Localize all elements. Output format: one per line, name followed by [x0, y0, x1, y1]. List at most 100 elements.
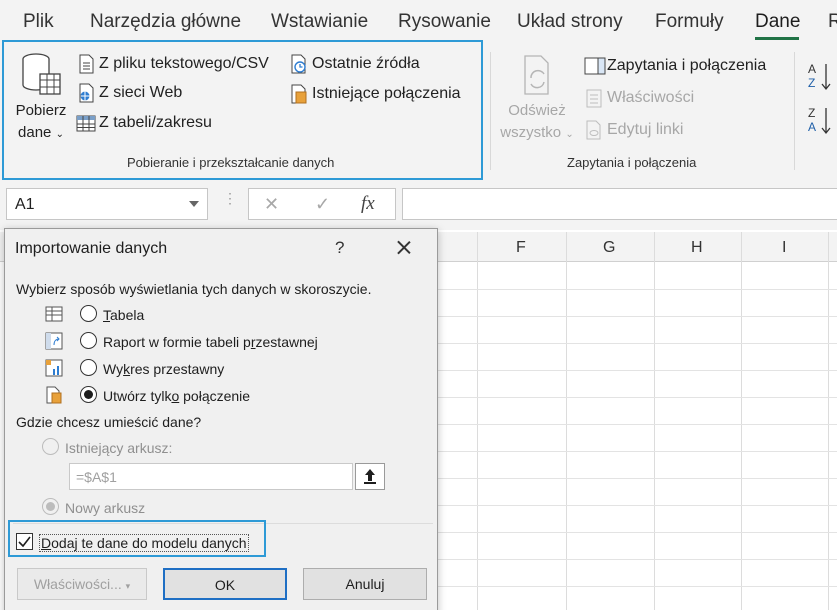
option-pivot-table-label: Raport w formie tabeli przestawnej	[103, 334, 318, 350]
grid-line	[437, 343, 837, 344]
radio-existing-sheet[interactable]	[42, 438, 59, 455]
edit-links-icon	[584, 120, 604, 140]
from-table-range-button[interactable]: Z tabeli/zakresu	[76, 113, 212, 133]
get-data-label-line2: dane ⌄	[18, 124, 64, 141]
queries-connections-label: Zapytania i połączenia	[607, 57, 767, 74]
ok-button[interactable]: OK	[163, 568, 287, 600]
close-icon[interactable]	[391, 235, 417, 261]
grid-line	[437, 478, 837, 479]
insert-function-icon[interactable]: fx	[361, 193, 375, 215]
checkmark-icon	[18, 536, 31, 548]
sort-za-button[interactable]: Z A	[806, 104, 834, 138]
name-box-value: A1	[15, 196, 35, 213]
properties-button[interactable]: Właściwości	[584, 88, 694, 108]
text-file-icon	[76, 54, 96, 74]
grid-line	[437, 586, 837, 587]
column-header-f[interactable]: F	[516, 239, 526, 257]
group-separator	[490, 52, 491, 170]
grid-line	[437, 289, 837, 290]
existing-sheet-label: Istniejący arkusz:	[65, 440, 173, 456]
grid-line	[437, 424, 837, 425]
radio-new-sheet[interactable]	[42, 498, 59, 515]
tab-file[interactable]: Plik	[23, 11, 54, 33]
tab-insert[interactable]: Wstawianie	[271, 11, 368, 33]
get-transform-group-label: Pobieranie i przekształcanie danych	[127, 155, 335, 170]
web-file-icon	[76, 83, 96, 103]
tab-page-layout[interactable]: Układ strony	[517, 11, 623, 33]
name-box[interactable]: A1	[6, 188, 208, 220]
recent-sources-button[interactable]: Ostatnie źródła	[289, 54, 420, 74]
drag-handle-icon[interactable]: ⋮	[223, 191, 237, 205]
add-to-data-model-label: Dodaj te dane do modelu danych	[39, 534, 249, 552]
cancel-icon[interactable]: ✕	[264, 194, 279, 215]
column-header-i[interactable]: I	[782, 239, 786, 257]
enter-icon[interactable]: ✓	[315, 194, 330, 215]
refresh-all-button[interactable]: Odśwież wszystko ⌄	[494, 52, 580, 146]
radio-table[interactable]	[80, 305, 97, 322]
grid-line	[437, 370, 837, 371]
new-sheet-label: Nowy arkusz	[65, 500, 146, 516]
edit-links-button[interactable]: Edytuj linki	[584, 120, 683, 140]
view-prompt: Wybierz sposób wyświetlania tych danych …	[16, 281, 372, 297]
sort-az-button[interactable]: A Z	[806, 60, 834, 94]
sort-ascending-icon: A Z	[808, 62, 831, 91]
queries-group-label: Zapytania i połączenia	[567, 155, 697, 170]
refresh-label-line2: wszystko ⌄	[500, 124, 574, 141]
svg-text:A: A	[808, 62, 816, 76]
properties-dialog-button[interactable]: Właściwości... ▾	[17, 568, 147, 600]
refresh-icon	[524, 55, 549, 95]
svg-text:Z: Z	[808, 76, 815, 90]
column-header-g[interactable]: G	[603, 239, 615, 257]
existing-connections-label: Istniejące połączenia	[312, 85, 461, 102]
grid-line	[437, 532, 837, 533]
tab-data[interactable]: Dane	[755, 11, 800, 33]
svg-text:Z: Z	[808, 106, 815, 120]
recent-sources-icon	[289, 54, 309, 74]
option-table-label: Tabela	[103, 307, 145, 323]
properties-icon	[584, 88, 604, 108]
upload-arrow-icon	[364, 469, 376, 484]
help-icon[interactable]: ?	[335, 238, 344, 258]
tab-home[interactable]: Narzędzia główne	[90, 11, 241, 33]
table-icon	[45, 306, 63, 322]
table-icon	[76, 113, 96, 133]
tab-draw[interactable]: Rysowanie	[398, 11, 491, 33]
from-web-label: Z sieci Web	[99, 84, 183, 101]
radio-pivot-chart[interactable]	[80, 359, 97, 376]
radio-pivot-table[interactable]	[80, 332, 97, 349]
option-connection-only-label: Utwórz tylko połączenie	[103, 388, 251, 404]
cancel-button[interactable]: Anuluj	[303, 568, 427, 600]
add-to-data-model-checkbox[interactable]	[16, 533, 33, 550]
chevron-down-icon[interactable]	[189, 201, 199, 207]
existing-connections-button[interactable]: Istniejące połączenia	[289, 84, 461, 104]
pivot-table-icon	[45, 332, 63, 350]
collapse-dialog-button[interactable]	[355, 463, 385, 490]
dialog-title: Importowanie danych	[15, 240, 168, 257]
pivot-chart-icon	[45, 359, 63, 377]
from-web-button[interactable]: Z sieci Web	[76, 83, 182, 103]
queries-connections-button[interactable]: Zapytania i połączenia	[584, 56, 766, 76]
from-table-range-label: Z tabeli/zakresu	[99, 114, 212, 131]
group-separator	[794, 52, 795, 170]
connections-icon	[289, 84, 309, 104]
chevron-down-icon: ▾	[125, 581, 131, 591]
chevron-down-icon: ⌄	[55, 129, 64, 140]
grid-line	[437, 559, 837, 560]
tab-review[interactable]: R	[828, 11, 837, 33]
queries-pane-icon	[584, 56, 606, 76]
from-text-csv-button[interactable]: Z pliku tekstowego/CSV	[76, 54, 269, 74]
ribbon-tab-bar: Plik Narzędzia główne Wstawianie Rysowan…	[0, 0, 837, 42]
tab-formulas[interactable]: Formuły	[655, 11, 724, 33]
option-pivot-chart-label: Wykres przestawny	[103, 361, 225, 377]
refresh-label-line1: Odśwież	[508, 102, 566, 119]
cell-reference-input[interactable]: =$A$1	[69, 463, 353, 490]
import-data-dialog: Importowanie danych ? Wybierz sposób wyś…	[4, 228, 438, 610]
edit-links-label: Edytuj linki	[607, 121, 684, 138]
grid-line	[437, 397, 837, 398]
grid-line	[437, 505, 837, 506]
grid-line	[437, 316, 837, 317]
radio-connection-only[interactable]	[80, 386, 97, 403]
column-header-h[interactable]: H	[691, 239, 703, 257]
formula-input[interactable]	[402, 188, 837, 220]
get-data-button[interactable]: Pobierz dane ⌄	[10, 52, 72, 146]
